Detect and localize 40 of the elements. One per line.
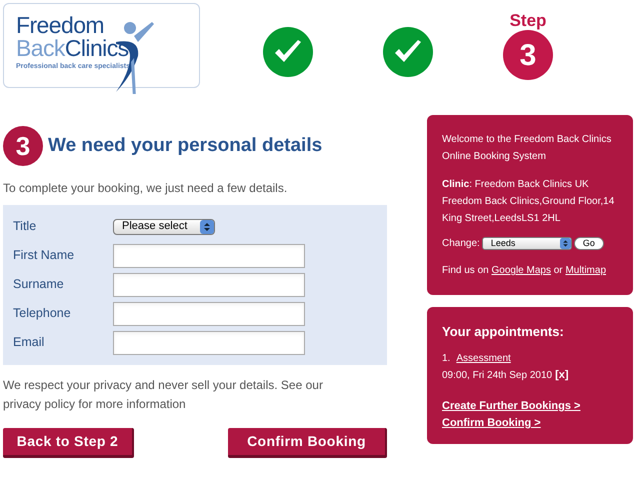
step-label: Step [510,12,546,30]
privacy-text: We respect your privacy and never sell your details. See our privacy policy for more information [3,377,324,413]
clinic-text: Clinic: Freedom Back Clinics UK [442,178,590,192]
check-icon [262,26,314,78]
change-label: Change: [442,237,480,251]
item-number: 1. [442,352,450,366]
intro-text: To complete your booking, we just need a few details. [3,180,288,197]
multimap-link[interactable]: Multimap [565,265,606,276]
field-label: Title [13,218,38,236]
clinic-select[interactable]: Leeds [482,237,572,250]
booking-link[interactable]: Create Further Bookings > [442,398,580,415]
remove-link[interactable]: [x] [555,367,569,384]
go-button[interactable]: Go [574,237,604,250]
address-text: Freedom Back Clinics,Ground Floor,14 King Street,LeedsLS1 2HL [442,195,616,226]
title-select[interactable]: Please select [113,218,215,234]
field-label: Email [13,334,46,352]
step-number: 3 [503,30,553,80]
field-label: Surname [13,276,65,294]
google-maps-link[interactable]: Google Maps [491,265,551,276]
text-field[interactable] [113,244,305,268]
field-label: Telephone [13,305,72,322]
text-field[interactable] [113,302,305,326]
logo-text: BackClinics [16,36,130,60]
logo-text: Freedom [16,14,106,36]
check-icon [382,26,434,78]
appointment-link[interactable]: Assessment [456,350,511,367]
find-us-text: Find us on Google Maps or Multimap [442,264,608,278]
text-field[interactable] [113,330,305,354]
stepper-icon [560,238,571,249]
confirm-button[interactable]: Confirm Booking [228,428,387,458]
appointment-time: 09:00, Fri 24th Sep 2010 [442,369,552,383]
appointments-title: Your appointments: [442,323,565,340]
page-heading: We need your personal details [48,134,322,158]
back-button[interactable]: Back to Step 2 [3,428,134,458]
booking-link[interactable]: Confirm Booking > [442,415,541,432]
field-label: First Name [13,247,76,264]
stepper-icon [200,220,214,234]
welcome-text: Welcome to the Freedom Back Clinics Online Booking System [442,133,612,164]
step-number: 3 [3,126,43,166]
text-field[interactable] [113,272,305,296]
